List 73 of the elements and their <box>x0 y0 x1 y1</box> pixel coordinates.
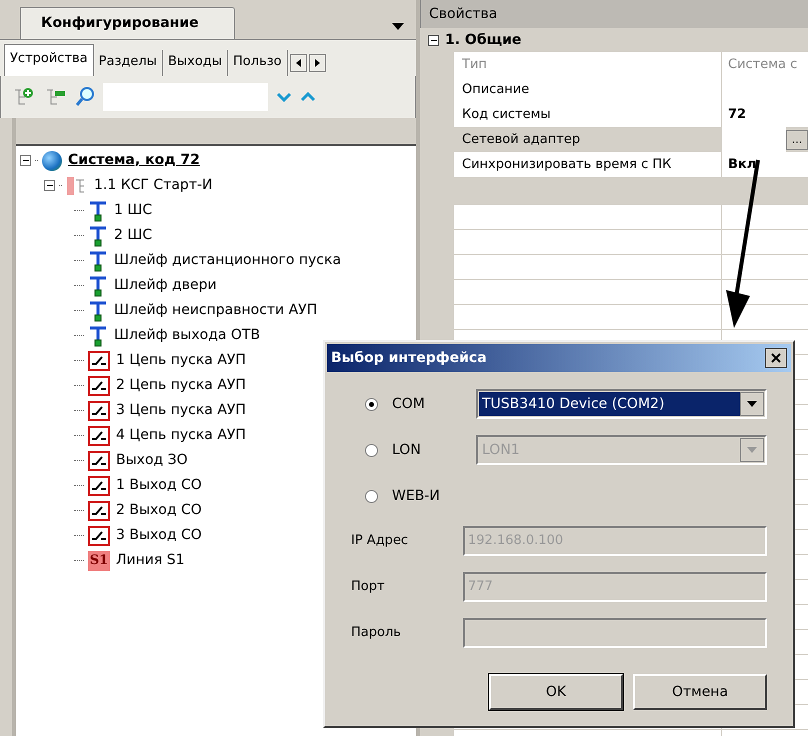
search-field[interactable] <box>103 83 268 111</box>
caret-icon <box>747 447 757 453</box>
tab[interactable]: Устройства <box>4 44 94 76</box>
loop-icon <box>88 224 108 246</box>
property-row[interactable]: Синхронизировать время с ПК Вкл <box>454 152 808 177</box>
tree-item[interactable]: 2 ШС <box>112 225 154 246</box>
loop-icon <box>88 274 108 296</box>
property-value: Вкл <box>727 156 758 174</box>
relay-icon <box>88 400 110 420</box>
section-title: 1. Общие <box>445 30 522 50</box>
panel-tab[interactable]: Конфигурирование <box>20 7 235 39</box>
tree-item[interactable]: Система, код 72 <box>66 150 202 171</box>
panel-title: Свойства <box>420 0 808 28</box>
tree-item[interactable]: Шлейф выхода ОТВ <box>112 325 262 346</box>
property-value: Система с <box>727 56 798 74</box>
radio-button[interactable] <box>365 444 378 456</box>
relay-icon <box>88 500 110 520</box>
tree-item[interactable]: Линия S1 <box>114 550 187 571</box>
tree-item[interactable]: Шлейф дистанционного пуска <box>112 250 344 271</box>
tree-item[interactable]: 1.1 КСГ Старт-И <box>92 175 214 196</box>
radio-label: COM <box>392 394 425 414</box>
scroll-left-button[interactable] <box>290 54 307 72</box>
property-row[interactable]: Код системы 72 <box>454 102 808 127</box>
loop-icon <box>88 250 108 272</box>
radio-label: WEB-И <box>392 486 440 506</box>
property-value: 72 <box>727 106 748 124</box>
field-label: Пароль <box>351 624 402 642</box>
field-label: IP Адрес <box>351 532 410 550</box>
chevron-up-icon[interactable] <box>300 92 316 102</box>
tree-item[interactable]: 4 Цепь пуска АУП <box>114 425 248 446</box>
relay-icon <box>88 526 110 546</box>
search-icon[interactable] <box>75 86 95 108</box>
chevron-down-icon[interactable] <box>276 92 292 102</box>
close-button[interactable] <box>765 348 787 368</box>
property-row[interactable]: Описание <box>454 77 808 102</box>
dialog-button[interactable]: OK <box>489 674 623 710</box>
loop-icon <box>88 324 108 346</box>
tree-item[interactable]: 1 ШС <box>112 200 154 221</box>
loop-icon <box>88 300 108 322</box>
browse-button[interactable]: ... <box>786 130 808 150</box>
left-arrow-icon <box>296 59 301 67</box>
dialog-title: Выбор интерфейса <box>331 348 488 368</box>
tree-item[interactable]: Шлейф двери <box>112 275 219 296</box>
radio-button[interactable] <box>365 490 378 502</box>
radio-label: LON <box>392 440 421 460</box>
collapse-icon[interactable] <box>20 155 31 166</box>
property-row[interactable]: Тип Система с <box>454 52 808 77</box>
relay-icon <box>88 350 110 370</box>
globe-icon <box>42 150 62 170</box>
collapse-icon[interactable] <box>428 34 439 46</box>
interface-dropdown[interactable]: TUSB3410 Device (COM2) <box>476 389 767 419</box>
tree-item[interactable]: Выход ЗО <box>114 450 190 471</box>
right-arrow-icon <box>314 59 320 67</box>
tree-item[interactable]: 1 Выход СО <box>114 475 204 496</box>
dropdown-icon[interactable] <box>392 23 404 31</box>
relay-icon <box>88 426 110 446</box>
relay-icon <box>88 376 110 396</box>
radio-button[interactable] <box>365 398 378 410</box>
caret-icon <box>747 401 757 407</box>
dialog-button[interactable]: Отмена <box>633 674 767 710</box>
scroll-right-button[interactable] <box>308 54 326 72</box>
collapse-icon[interactable] <box>44 180 55 191</box>
tree-item[interactable]: Шлейф неисправности АУП <box>112 300 320 321</box>
loop-icon <box>88 200 108 222</box>
close-icon <box>771 353 781 363</box>
tree-item[interactable]: 2 Выход СО <box>114 500 204 521</box>
tree-item[interactable]: 2 Цепь пуска АУП <box>114 375 248 396</box>
tree-item[interactable]: 3 Выход СО <box>114 525 204 546</box>
field-label: Порт <box>351 578 386 596</box>
relay-icon <box>88 450 110 470</box>
relay-icon <box>88 476 110 496</box>
tree-item[interactable]: 3 Цепь пуска АУП <box>114 400 248 421</box>
tree-item[interactable]: 1 Цепь пуска АУП <box>114 350 248 371</box>
